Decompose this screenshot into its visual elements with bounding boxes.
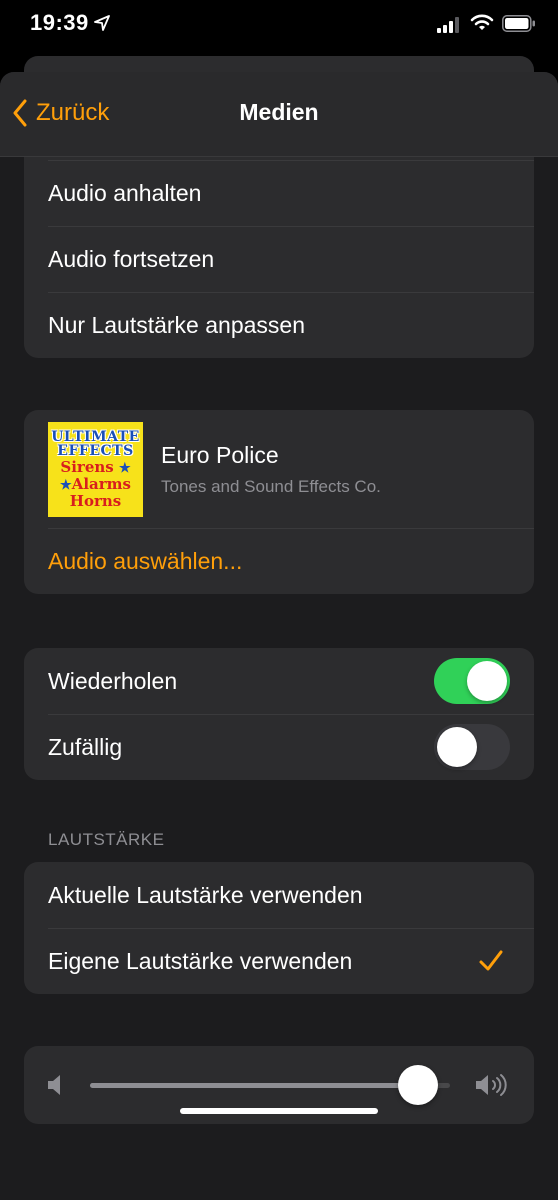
option-nur-lautstaerke-anpassen[interactable]: Nur Lautstärke anpassen <box>24 292 534 358</box>
speaker-high-icon <box>476 1074 507 1096</box>
option-label: Aktuelle Lautstärke verwenden <box>48 881 363 908</box>
page-title: Medien <box>239 99 319 125</box>
track-title: Euro Police <box>161 441 279 468</box>
shuffle-toggle[interactable] <box>434 724 510 770</box>
artwork-text-line: Sirens ★ <box>60 457 131 476</box>
volume-slider-fill <box>90 1083 418 1088</box>
track-row: ULTIMATE EFFECTS Sirens ★ ★Alarms Horns … <box>24 410 534 528</box>
option-current-volume[interactable]: Aktuelle Lautstärke verwenden <box>24 862 534 928</box>
selected-audio-group: ULTIMATE EFFECTS Sirens ★ ★Alarms Horns … <box>24 410 534 594</box>
repeat-label: Wiederholen <box>48 667 178 694</box>
option-custom-volume[interactable]: Eigene Lautstärke verwenden <box>24 928 534 994</box>
shuffle-row: Zufällig <box>24 714 534 780</box>
artwork-text-line: ★Alarms <box>60 474 131 493</box>
repeat-toggle[interactable] <box>434 658 510 704</box>
choose-audio-label: Audio auswählen... <box>48 547 243 574</box>
artwork-text-line: EFFECTS <box>57 442 134 459</box>
choose-audio-button[interactable]: Audio auswählen... <box>24 528 534 594</box>
option-audio-fortsetzen[interactable]: Audio fortsetzen <box>24 226 534 292</box>
speaker-low-icon <box>48 1075 60 1095</box>
option-label: Eigene Lautstärke verwenden <box>48 947 353 974</box>
checkmark-icon <box>479 950 503 971</box>
playback-options-group: Wiederholen Zufällig <box>24 648 534 780</box>
track-artist: Tones and Sound Effects Co. <box>161 476 381 496</box>
cellular-signal-icon <box>437 17 459 33</box>
volume-slider[interactable] <box>90 1083 450 1088</box>
volume-slider-thumb[interactable] <box>397 1065 438 1105</box>
wifi-icon <box>470 14 494 30</box>
option-label: Audio anhalten <box>48 179 202 206</box>
screen: 19:39 Zurück Medien Audio anhalten Audio… <box>0 0 558 1200</box>
option-label: Audio fortsetzen <box>48 245 215 272</box>
artwork-text-line: Horns <box>69 491 122 510</box>
repeat-row: Wiederholen <box>24 648 534 714</box>
home-indicator[interactable] <box>180 1108 378 1114</box>
status-bar: 19:39 <box>0 0 558 50</box>
album-artwork: ULTIMATE EFFECTS Sirens ★ ★Alarms Horns <box>48 421 143 517</box>
option-label: Nur Lautstärke anpassen <box>48 311 305 338</box>
battery-icon <box>502 15 535 32</box>
artwork-text-line: ULTIMATE <box>51 428 140 445</box>
media-sheet: Zurück Medien Audio anhalten Audio forts… <box>0 72 558 1200</box>
option-audio-anhalten[interactable]: Audio anhalten <box>24 160 534 226</box>
track-info: Euro Police Tones and Sound Effects Co. <box>161 442 381 497</box>
section-header-volume: LAUTSTÄRKE <box>48 830 165 849</box>
volume-options-group: Aktuelle Lautstärke verwenden Eigene Lau… <box>24 862 534 994</box>
navigation-bar: Zurück Medien <box>0 72 558 157</box>
toggle-knob <box>467 661 507 701</box>
location-arrow-icon <box>94 15 110 31</box>
shuffle-label: Zufällig <box>48 733 123 760</box>
status-time: 19:39 <box>30 10 89 35</box>
toggle-knob <box>437 727 477 767</box>
